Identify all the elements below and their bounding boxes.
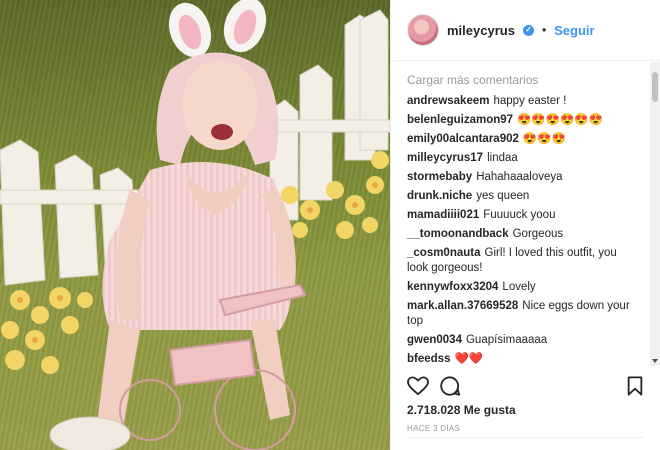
scrollbar-thumb[interactable] [652, 72, 658, 102]
photo-illustration [0, 0, 390, 450]
post-timestamp[interactable]: HACE 3 DÍAS [407, 424, 460, 433]
comment-username-link[interactable]: bfeedss [407, 353, 450, 365]
comment-username-link[interactable]: mark.allan.37669528 [407, 300, 518, 312]
separator-dot: • [541, 23, 547, 37]
comment-username-link[interactable]: emily00alcantara902 [407, 133, 519, 145]
comments-scrollbar[interactable] [650, 62, 660, 366]
comment-text: ❤️❤️ [454, 353, 484, 365]
comment-row: mamadiiii021 Fuuuuck yoou [407, 208, 644, 223]
comment-row: kennywfoxx3204 Lovely [407, 280, 644, 295]
comment-username-link[interactable]: andrewsakeem [407, 95, 489, 107]
username-link[interactable]: mileycyrus [447, 23, 515, 38]
divider [407, 437, 644, 438]
comment-row: mark.allan.37669528 Nice eggs down your t… [407, 299, 644, 329]
likes-count[interactable]: 2.718.028 Me gusta [407, 403, 516, 417]
comment-row: milleycyrus17 lindaa [407, 151, 644, 166]
load-more-comments-button[interactable]: Cargar más comentarios [407, 72, 644, 88]
comment-row: bfeedss ❤️❤️ [407, 352, 644, 366]
comment-username-link[interactable]: __tomoonandback [407, 228, 509, 240]
comments-list[interactable]: Cargar más comentarios andrewsakeem happy… [391, 62, 660, 366]
post-side-panel: mileycyrus ✓ • Seguir Cargar más comenta… [390, 0, 660, 450]
comment-row: gwen0034 Guapísimaaaaa [407, 333, 644, 348]
comment-row: _cosm0nauta Girl! I loved this outfit, yo… [407, 246, 644, 276]
comment-icon[interactable] [439, 375, 461, 397]
comment-username-link[interactable]: belenleguizamon97 [407, 114, 513, 126]
comment-text: 😍😍😍😍😍😍 [517, 114, 604, 126]
comment-row: __tomoonandback Gorgeous [407, 227, 644, 242]
comment-row: stormebaby Hahahaaaloveya [407, 170, 644, 185]
verified-badge-icon: ✓ [522, 24, 534, 36]
comment-text: Hahahaaaloveya [476, 171, 563, 183]
comment-text: Guapísimaaaaa [465, 334, 548, 346]
comment-text: happy easter ! [493, 95, 567, 107]
post-header: mileycyrus ✓ • Seguir [391, 0, 660, 61]
comment-text: Lovely [502, 281, 536, 293]
comment-text: 😍😍😍 [522, 133, 566, 145]
comment-username-link[interactable]: milleycyrus17 [407, 152, 483, 164]
follow-button[interactable]: Seguir [554, 23, 594, 38]
comment-username-link[interactable]: kennywfoxx3204 [407, 281, 498, 293]
comment-container: andrewsakeem happy easter ! belenleguizamo… [407, 94, 644, 366]
comment-username-link[interactable]: gwen0034 [407, 334, 462, 346]
comment-row: andrewsakeem happy easter ! [407, 94, 644, 109]
comment-username-link[interactable]: drunk.niche [407, 190, 472, 202]
comment-row: emily00alcantara902 😍😍😍 [407, 132, 644, 147]
comment-text: yes queen [476, 190, 530, 202]
scroll-down-arrow-icon[interactable] [652, 359, 658, 363]
heart-icon[interactable] [407, 376, 429, 396]
comment-username-link[interactable]: stormebaby [407, 171, 472, 183]
post-actions [407, 372, 644, 400]
post-photo[interactable] [0, 0, 390, 450]
comment-text: lindaa [487, 152, 518, 164]
avatar[interactable] [407, 14, 439, 46]
comment-row: belenleguizamon97 😍😍😍😍😍😍 [407, 113, 644, 128]
comment-username-link[interactable]: _cosm0nauta [407, 247, 481, 259]
comment-row: drunk.niche yes queen [407, 189, 644, 204]
comment-text: Fuuuuck yoou [483, 209, 556, 221]
bookmark-icon[interactable] [626, 376, 644, 396]
comment-text: Gorgeous [512, 228, 564, 240]
comment-username-link[interactable]: mamadiiii021 [407, 209, 479, 221]
